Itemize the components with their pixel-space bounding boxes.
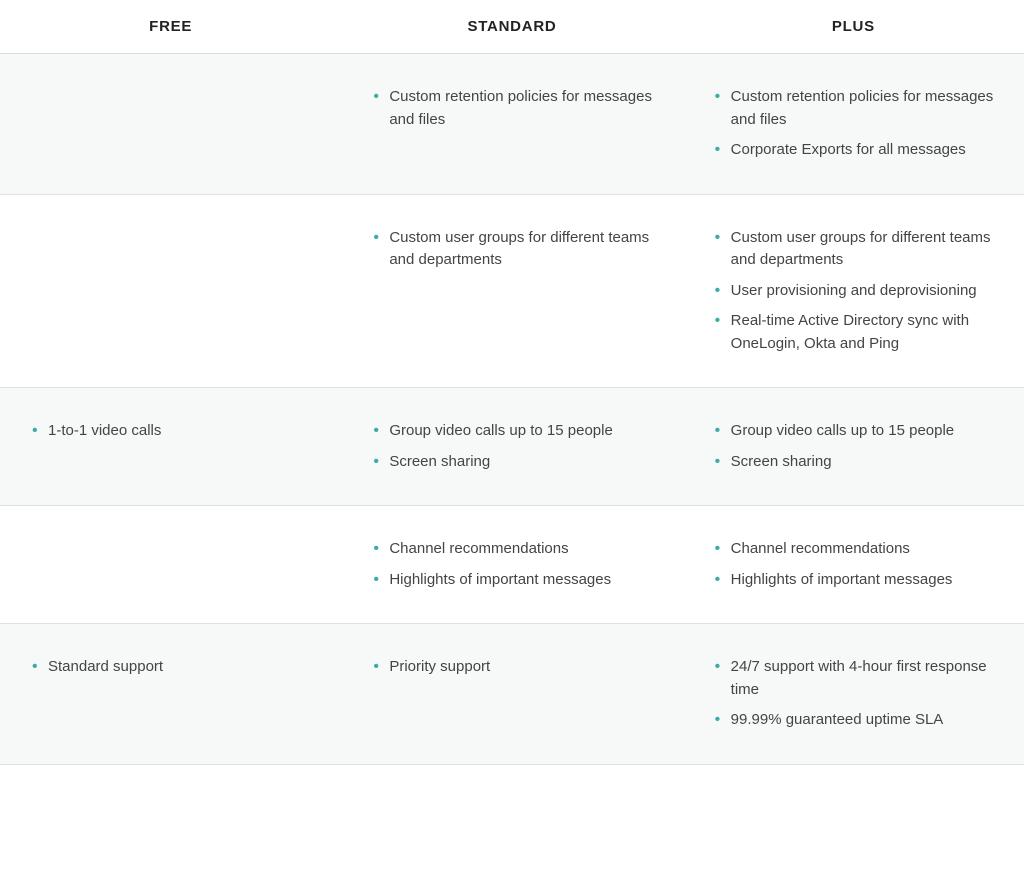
feature-item: 99.99% guaranteed uptime SLA	[711, 705, 996, 736]
feature-item: 1-to-1 video calls	[28, 416, 313, 447]
cell-plus-row3: Channel recommendationsHighlights of imp…	[683, 506, 1024, 624]
table-row: Channel recommendationsHighlights of imp…	[0, 506, 1024, 624]
feature-list-plus-row0: Custom retention policies for messages a…	[711, 82, 996, 166]
feature-list-plus-row2: Group video calls up to 15 peopleScreen …	[711, 416, 996, 477]
feature-item: Real-time Active Directory sync with One…	[711, 306, 996, 359]
comparison-table: FREE STANDARD PLUS Custom retention poli…	[0, 0, 1024, 765]
feature-list-plus-row3: Channel recommendationsHighlights of imp…	[711, 534, 996, 595]
cell-free-row2: 1-to-1 video calls	[0, 388, 341, 506]
feature-item: Standard support	[28, 652, 313, 683]
feature-item: Corporate Exports for all messages	[711, 135, 996, 166]
feature-item: Highlights of important messages	[711, 565, 996, 596]
cell-standard-row2: Group video calls up to 15 peopleScreen …	[341, 388, 682, 506]
cell-free-row3	[0, 506, 341, 624]
cell-standard-row4: Priority support	[341, 624, 682, 765]
feature-list-plus-row4: 24/7 support with 4-hour first response …	[711, 652, 996, 736]
feature-list-plus-row1: Custom user groups for different teams a…	[711, 223, 996, 360]
feature-list-standard-row0: Custom retention policies for messages a…	[369, 82, 654, 135]
feature-item: Channel recommendations	[369, 534, 654, 565]
table-row: Custom user groups for different teams a…	[0, 194, 1024, 388]
cell-plus-row0: Custom retention policies for messages a…	[683, 54, 1024, 195]
feature-list-free-row4: Standard support	[28, 652, 313, 683]
feature-item: Custom user groups for different teams a…	[369, 223, 654, 276]
feature-item: Group video calls up to 15 people	[711, 416, 996, 447]
feature-item: Channel recommendations	[711, 534, 996, 565]
feature-item: Priority support	[369, 652, 654, 683]
cell-plus-row2: Group video calls up to 15 peopleScreen …	[683, 388, 1024, 506]
table-row: 1-to-1 video calls Group video calls up t…	[0, 388, 1024, 506]
feature-item: Screen sharing	[711, 447, 996, 478]
cell-plus-row1: Custom user groups for different teams a…	[683, 194, 1024, 388]
feature-item: Custom user groups for different teams a…	[711, 223, 996, 276]
cell-free-row4: Standard support	[0, 624, 341, 765]
feature-list-standard-row2: Group video calls up to 15 peopleScreen …	[369, 416, 654, 477]
cell-standard-row0: Custom retention policies for messages a…	[341, 54, 682, 195]
header-free: FREE	[0, 0, 341, 54]
table-row: Custom retention policies for messages a…	[0, 54, 1024, 195]
table-row: Standard support Priority support 24/7 sup…	[0, 624, 1024, 765]
cell-free-row0	[0, 54, 341, 195]
feature-list-standard-row3: Channel recommendationsHighlights of imp…	[369, 534, 654, 595]
feature-item: Highlights of important messages	[369, 565, 654, 596]
feature-item: Group video calls up to 15 people	[369, 416, 654, 447]
cell-free-row1	[0, 194, 341, 388]
feature-item: 24/7 support with 4-hour first response …	[711, 652, 996, 705]
feature-item: Custom retention policies for messages a…	[369, 82, 654, 135]
feature-list-standard-row4: Priority support	[369, 652, 654, 683]
feature-list-standard-row1: Custom user groups for different teams a…	[369, 223, 654, 276]
header-standard: STANDARD	[341, 0, 682, 54]
cell-plus-row4: 24/7 support with 4-hour first response …	[683, 624, 1024, 765]
feature-item: User provisioning and deprovisioning	[711, 276, 996, 307]
cell-standard-row3: Channel recommendationsHighlights of imp…	[341, 506, 682, 624]
feature-item: Custom retention policies for messages a…	[711, 82, 996, 135]
feature-item: Screen sharing	[369, 447, 654, 478]
header-plus: PLUS	[683, 0, 1024, 54]
feature-list-free-row2: 1-to-1 video calls	[28, 416, 313, 447]
cell-standard-row1: Custom user groups for different teams a…	[341, 194, 682, 388]
